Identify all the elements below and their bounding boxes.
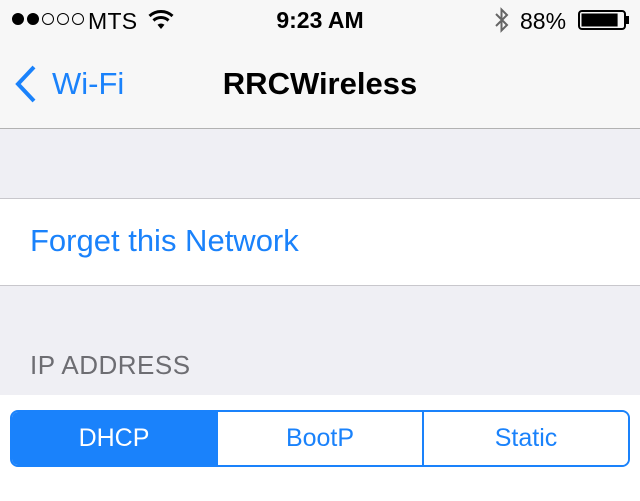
ip-address-section-header: IP ADDRESS	[30, 350, 191, 380]
battery-icon	[578, 10, 629, 30]
forget-network-cell[interactable]: Forget this Network	[0, 198, 640, 286]
segment-static[interactable]: Static	[422, 412, 628, 465]
forget-network-button[interactable]: Forget this Network	[30, 223, 299, 259]
segment-dhcp[interactable]: DHCP	[12, 412, 216, 465]
status-bar: MTS 9:23 AM 88%	[0, 0, 640, 40]
page-title: RRCWireless	[222, 66, 418, 101]
top-bar: MTS 9:23 AM 88% Wi-Fi RRCWireless	[0, 0, 640, 129]
ip-mode-segmented-control: DHCP BootP Static	[10, 410, 630, 467]
battery-percentage: 88%	[520, 8, 567, 34]
bluetooth-icon	[495, 7, 509, 33]
segment-bootp[interactable]: BootP	[216, 412, 422, 465]
wifi-network-detail-screen: MTS 9:23 AM 88% Wi-Fi RRCWireless Forget…	[0, 0, 640, 501]
navigation-bar: Wi-Fi RRCWireless	[0, 40, 640, 129]
